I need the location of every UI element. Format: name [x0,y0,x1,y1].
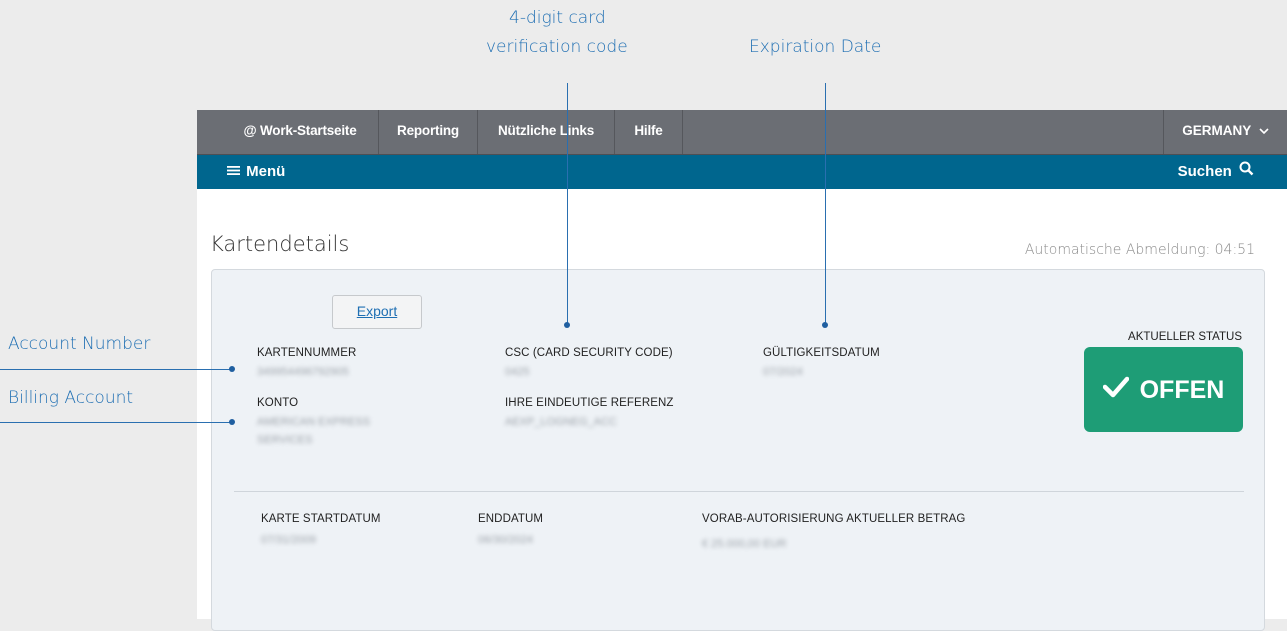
preauth-value: € 25.000,00 EUR [702,538,787,550]
chevron-down-icon [1259,110,1269,152]
cvc-callout-dot [564,322,570,328]
menu-bar: Menü Suchen [197,155,1287,189]
nav-work-startseite[interactable]: @ Work-Startseite [222,110,379,154]
status-badge: OFFEN [1084,347,1243,432]
app-window: @ Work-Startseite Reporting Nützliche Li… [197,110,1287,631]
expiration-callout-dot [822,322,828,328]
account-number-callout-dot [229,366,235,372]
end-date-value: 06/30/2024 [478,534,534,546]
country-label: GERMANY [1182,123,1251,138]
csc-label: CSC (CARD SECURITY CODE) [505,347,673,359]
expiry-label: GÜLTIGKEITSDATUM [763,347,880,359]
expiration-callout: Expiration Date [749,37,882,57]
expiration-callout-leader [825,83,826,326]
status-label: AKTUELLER STATUS [1128,331,1242,343]
auto-logout-timer: Automatische Abmeldung: 04:51 [1024,242,1255,258]
cvc-callout-line2: verification code [486,37,628,57]
billing-account-callout-leader [0,422,233,423]
reference-label: IHRE EINDEUTIGE REFERENZ [505,397,674,409]
search-icon [1239,155,1254,189]
nav-hilfe[interactable]: Hilfe [615,110,683,154]
card-number-value: 349954496792905 [257,366,349,378]
account-number-callout-leader [0,369,233,370]
csc-value: 0425 [505,366,530,378]
export-button[interactable]: Export [332,295,422,329]
card-number-label: KARTENNUMMER [257,347,357,359]
top-navigation: @ Work-Startseite Reporting Nützliche Li… [197,110,1287,155]
nav-nuetzliche-links[interactable]: Nützliche Links [478,110,615,154]
menu-button[interactable]: Menü [227,155,285,189]
account-value-line1: AMERICAN EXPRESS [257,416,371,428]
card-details-panel: Export KARTENNUMMER 349954496792905 KONT… [211,269,1265,631]
billing-account-callout-dot [229,419,235,425]
start-date-label: KARTE STARTDATUM [261,513,381,525]
search-label: Suchen [1177,163,1232,180]
account-number-callout: Account Number [8,334,151,354]
country-selector[interactable]: GERMANY [1163,110,1287,154]
menu-label: Menü [246,163,286,180]
start-date-value: 07/31/2009 [261,534,317,546]
end-date-label: ENDDATUM [478,513,544,525]
hamburger-icon [227,155,240,189]
checkmark-icon [1102,348,1129,433]
reference-value: AEXP_LOGNEG_ACC [505,416,617,428]
cvc-callout-leader [567,83,568,326]
section-divider [234,491,1244,492]
status-value: OFFEN [1139,375,1225,404]
nav-reporting[interactable]: Reporting [379,110,478,154]
account-label: KONTO [257,397,299,409]
expiry-value: 07/2024 [763,366,803,378]
account-value-line2: SERVICES [257,434,313,446]
search-button[interactable]: Suchen [1178,155,1254,189]
cvc-callout-line1: 4-digit card [509,8,606,28]
page-title: Kartendetails [210,232,350,256]
preauth-label: VORAB-AUTORISIERUNG AKTUELLER BETRAG [702,513,966,525]
billing-account-callout: Billing Account [8,388,134,408]
